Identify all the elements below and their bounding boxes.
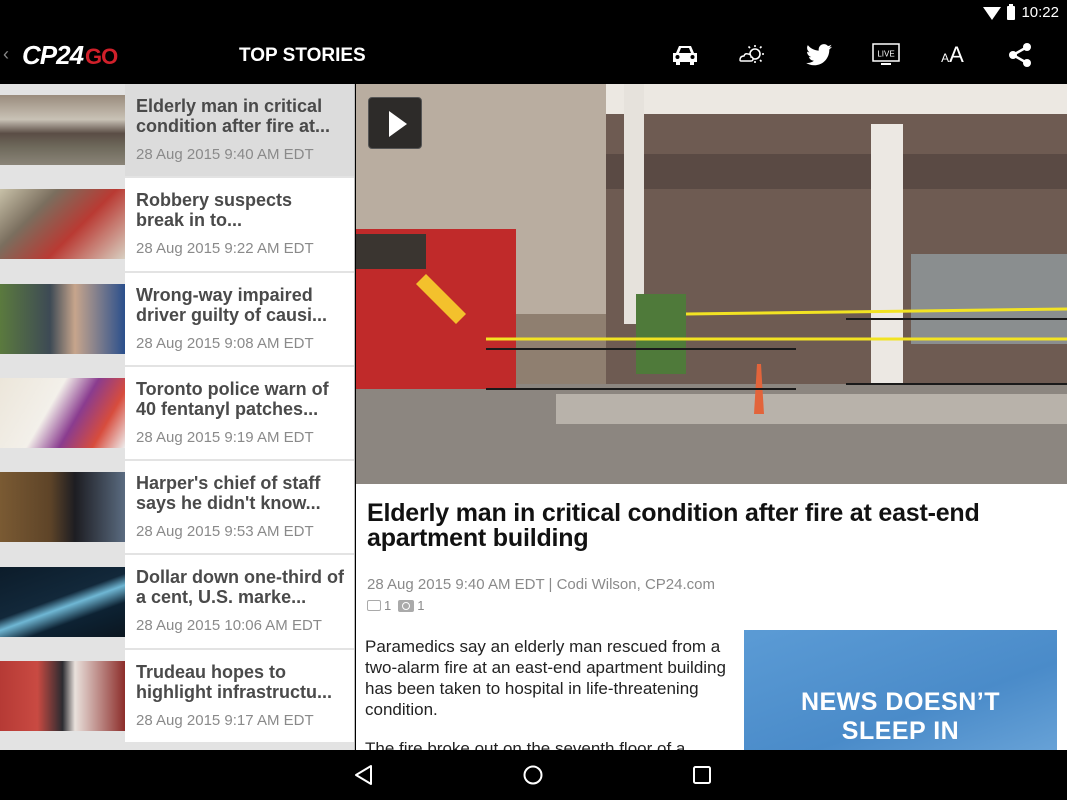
article-body: Paramedics say an elderly man rescued fr… bbox=[365, 636, 735, 750]
car-icon bbox=[672, 46, 697, 65]
story-title: Harper's chief of staff says he didn't k… bbox=[136, 473, 321, 514]
logo-main: CP24 bbox=[22, 40, 84, 70]
comment-icon[interactable] bbox=[367, 600, 381, 611]
story-thumbnail bbox=[0, 472, 125, 543]
article-paragraph: Paramedics say an elderly man rescued fr… bbox=[365, 637, 726, 719]
battery-icon bbox=[1007, 3, 1016, 20]
nav-recents-button[interactable] bbox=[690, 763, 720, 787]
story-date: 28 Aug 2015 9:08 AM EDT bbox=[136, 334, 314, 352]
section-title: TOP STORIES bbox=[239, 45, 366, 66]
ad-line-2: SLEEP IN bbox=[841, 717, 960, 745]
weather-icon bbox=[738, 45, 764, 63]
back-chevron-icon[interactable]: ‹ bbox=[3, 44, 9, 65]
advertisement-banner[interactable]: NEWS DOESN’T SLEEP IN bbox=[744, 630, 1057, 750]
story-thumbnail bbox=[0, 189, 125, 260]
story-date: 28 Aug 2015 10:06 AM EDT bbox=[136, 617, 322, 635]
story-date: 28 Aug 2015 9:40 AM EDT bbox=[136, 146, 314, 163]
article-paragraph: The fire broke out on the seventh floor … bbox=[365, 739, 686, 750]
clock: 10:22 bbox=[1021, 4, 1059, 21]
back-triangle-icon bbox=[355, 765, 372, 785]
story-item[interactable]: Wrong-way impaired driver guilty of caus… bbox=[0, 272, 354, 367]
story-date: 28 Aug 2015 9:22 AM EDT bbox=[136, 240, 314, 258]
twitter-button[interactable] bbox=[785, 40, 852, 70]
story-thumbnail bbox=[0, 378, 125, 449]
article-byline: 28 Aug 2015 9:40 AM EDT | Codi Wilson, C… bbox=[367, 576, 715, 593]
story-item[interactable]: Elderly man in critical condition after … bbox=[0, 84, 354, 179]
story-item[interactable]: Robbery suspects break in to... 28 Aug 2… bbox=[0, 178, 354, 273]
app-logo[interactable]: CP24GO bbox=[22, 40, 118, 71]
text-size-button[interactable]: AA bbox=[919, 40, 986, 70]
story-item[interactable]: Dollar down one-third of a cent, U.S. ma… bbox=[0, 555, 354, 650]
story-date: 28 Aug 2015 9:19 AM EDT bbox=[136, 428, 314, 446]
nav-back-button[interactable] bbox=[352, 763, 382, 787]
story-thumbnail bbox=[0, 95, 125, 166]
story-date: 28 Aug 2015 9:17 AM EDT bbox=[136, 711, 314, 729]
share-button[interactable] bbox=[986, 40, 1053, 70]
story-title: Robbery suspects break in to... bbox=[136, 190, 293, 231]
toolbar: LIVE AA bbox=[651, 40, 1053, 70]
story-thumbnail bbox=[0, 566, 125, 637]
story-title: Dollar down one-third of a cent, U.S. ma… bbox=[136, 567, 344, 608]
wifi-icon bbox=[983, 6, 1002, 20]
story-title: Wrong-way impaired driver guilty of caus… bbox=[136, 284, 328, 325]
traffic-button[interactable] bbox=[651, 40, 718, 70]
story-title: Toronto police warn of 40 fentanyl patch… bbox=[136, 378, 329, 419]
story-title: Trudeau hopes to highlight infrastructu.… bbox=[136, 661, 332, 702]
story-item[interactable]: Toronto police warn of 40 fentanyl patch… bbox=[0, 366, 354, 462]
logo-suffix: GO bbox=[85, 44, 118, 69]
weather-button[interactable] bbox=[718, 40, 785, 70]
article-counts: 1 1 bbox=[367, 598, 424, 613]
story-list[interactable]: Elderly man in critical condition after … bbox=[0, 84, 355, 750]
story-thumbnail bbox=[0, 660, 125, 731]
twitter-icon bbox=[805, 44, 832, 66]
comment-count: 1 bbox=[384, 598, 392, 613]
system-nav-bar bbox=[0, 750, 1067, 800]
nav-home-button[interactable] bbox=[521, 763, 551, 787]
story-title: Elderly man in critical condition after … bbox=[136, 96, 331, 136]
play-video-button[interactable] bbox=[368, 97, 422, 149]
story-item[interactable]: Trudeau hopes to highlight infrastructu.… bbox=[0, 649, 354, 745]
hero-scene bbox=[356, 84, 1067, 484]
article-headline: Elderly man in critical condition after … bbox=[367, 499, 980, 552]
story-date: 28 Aug 2015 9:53 AM EDT bbox=[136, 523, 314, 541]
camera-icon[interactable] bbox=[398, 599, 415, 612]
live-tv-button[interactable]: LIVE bbox=[852, 40, 919, 70]
live-label: LIVE bbox=[877, 50, 894, 59]
status-bar: 10:22 bbox=[0, 0, 1067, 26]
share-icon bbox=[1008, 43, 1031, 67]
home-circle-icon bbox=[523, 765, 543, 785]
text-size-icon: AA bbox=[941, 42, 964, 67]
live-tv-icon: LIVE bbox=[871, 43, 900, 65]
recents-square-icon bbox=[693, 766, 711, 784]
article-hero-image[interactable] bbox=[356, 84, 1067, 484]
story-item[interactable]: Harper's chief of staff says he didn't k… bbox=[0, 461, 354, 556]
photo-count: 1 bbox=[417, 598, 425, 613]
story-thumbnail bbox=[0, 283, 125, 354]
app-bar: ‹ CP24GO TOP STORIES LIVE AA bbox=[0, 26, 1067, 84]
article-pane: Elderly man in critical condition after … bbox=[356, 84, 1067, 750]
ad-line-1: NEWS DOESN’T bbox=[800, 688, 1001, 716]
